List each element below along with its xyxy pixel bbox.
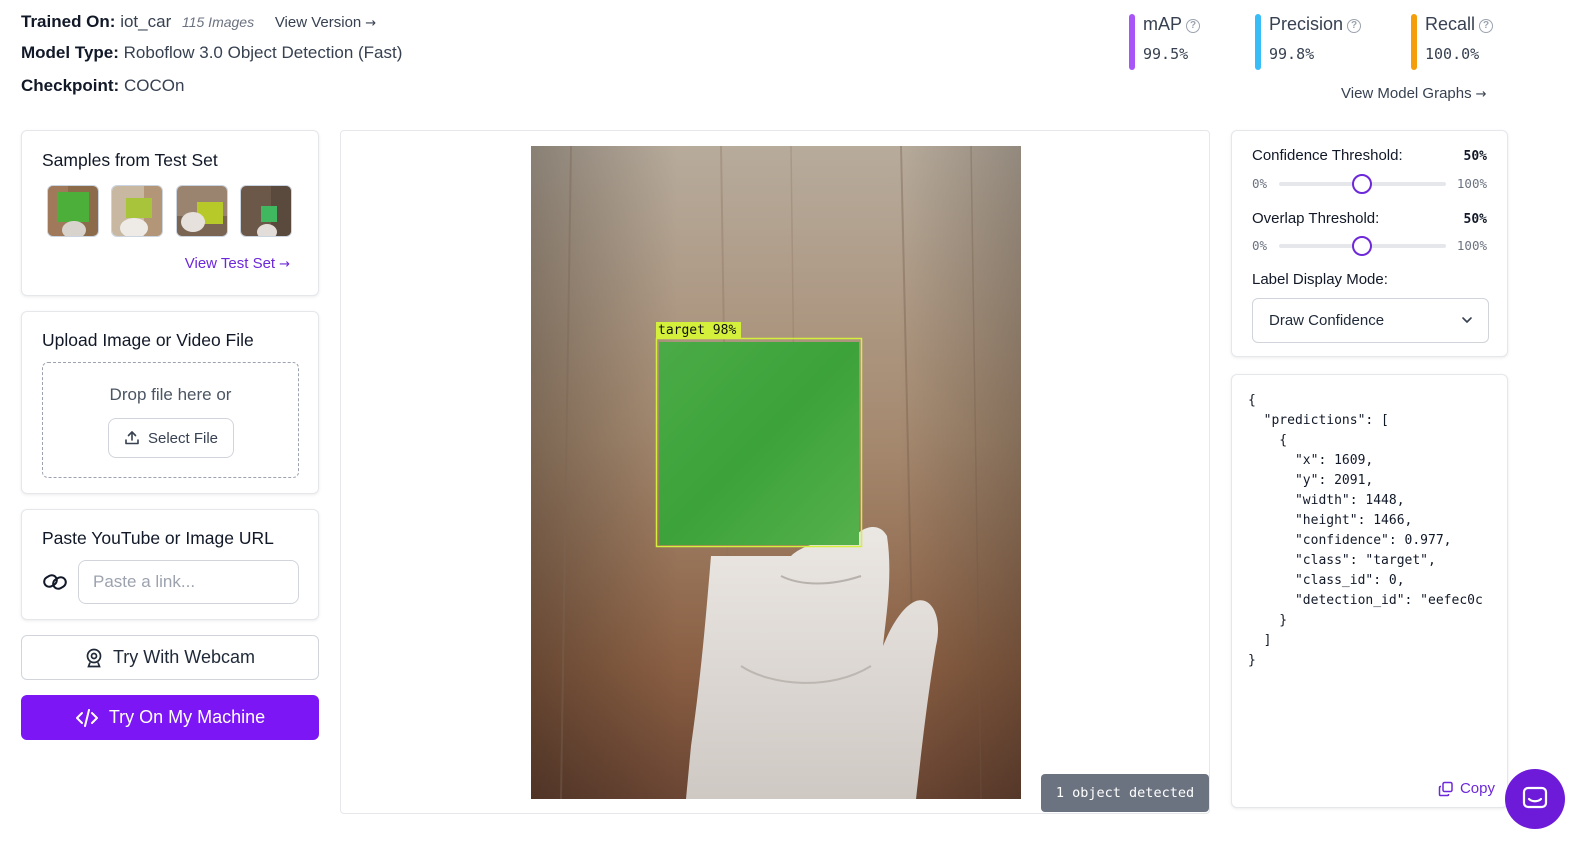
samples-card: Samples from Test Set View Test Set → bbox=[21, 130, 319, 296]
view-test-set-label: View Test Set bbox=[184, 255, 276, 272]
chevron-down-icon bbox=[1462, 317, 1472, 323]
chat-support-button[interactable] bbox=[1505, 769, 1565, 829]
url-input[interactable] bbox=[78, 560, 299, 604]
arrow-right-icon: → bbox=[279, 257, 290, 272]
overlap-value: 50% bbox=[1463, 212, 1487, 227]
code-icon bbox=[75, 708, 98, 727]
copy-icon bbox=[1438, 781, 1453, 796]
trained-on-line: Trained On: iot_car 115 Images View Vers… bbox=[21, 12, 376, 32]
link-icon bbox=[43, 574, 67, 590]
upload-title: Upload Image or Video File bbox=[42, 330, 254, 350]
copy-label: Copy bbox=[1459, 780, 1495, 797]
json-output-panel: { "predictions": [ { "x": 1609, "y": 209… bbox=[1231, 374, 1508, 808]
confidence-label: Confidence Threshold: bbox=[1252, 147, 1403, 164]
copy-button[interactable]: Copy bbox=[1433, 780, 1495, 797]
confidence-slider-handle[interactable] bbox=[1352, 174, 1372, 194]
view-version-label: View Version bbox=[274, 14, 362, 31]
range-min: 0% bbox=[1252, 176, 1268, 191]
drop-text: Drop file here or bbox=[109, 385, 232, 404]
json-line: "y": 2091, bbox=[1248, 473, 1374, 488]
label-mode-value: Draw Confidence bbox=[1269, 312, 1385, 329]
try-webcam-label: Try With Webcam bbox=[112, 647, 255, 667]
help-icon[interactable]: ? bbox=[1347, 19, 1362, 33]
metric-bar bbox=[1255, 14, 1261, 70]
metric-value: 99.8% bbox=[1269, 45, 1315, 63]
chat-icon bbox=[1522, 786, 1548, 809]
view-model-graphs-label: View Model Graphs bbox=[1341, 85, 1472, 102]
sample-thumbnail[interactable] bbox=[47, 185, 99, 237]
metric-label: Recall bbox=[1425, 14, 1476, 34]
json-line: { bbox=[1248, 393, 1256, 408]
json-line: } bbox=[1248, 653, 1256, 668]
view-version-link[interactable]: View Version → bbox=[275, 14, 376, 31]
images-count: 115 Images bbox=[181, 14, 255, 30]
view-model-graphs-link[interactable]: View Model Graphs → bbox=[1341, 85, 1487, 102]
controls-card: Confidence Threshold: 50% 0% 100% Overla… bbox=[1231, 130, 1508, 357]
json-line: "height": 1466, bbox=[1248, 513, 1413, 528]
samples-title: Samples from Test Set bbox=[42, 150, 218, 170]
try-on-machine-button[interactable]: Try On My Machine bbox=[21, 695, 319, 740]
range-max: 100% bbox=[1456, 238, 1487, 253]
metric-label: Precision bbox=[1269, 14, 1344, 34]
metric-value: 100.0% bbox=[1425, 45, 1480, 63]
confidence-value: 50% bbox=[1463, 149, 1487, 164]
json-line: "predictions": [ bbox=[1248, 413, 1389, 428]
json-line: ] bbox=[1248, 633, 1272, 648]
metric-recall: Recall? 100.0% bbox=[1411, 14, 1494, 70]
metric-bar bbox=[1129, 14, 1135, 70]
overlap-slider-handle[interactable] bbox=[1352, 236, 1372, 256]
model-type-line: Model Type: Roboflow 3.0 Object Detectio… bbox=[21, 43, 402, 63]
json-output: { "predictions": [ { "x": 1609, "y": 209… bbox=[1248, 391, 1483, 671]
arrow-right-icon: → bbox=[1475, 87, 1487, 102]
metric-bar bbox=[1411, 14, 1417, 70]
try-on-machine-label: Try On My Machine bbox=[108, 707, 266, 727]
metric-label: mAP bbox=[1143, 14, 1183, 34]
overlap-label: Overlap Threshold: bbox=[1252, 210, 1380, 227]
url-card: Paste YouTube or Image URL bbox=[21, 509, 319, 620]
checkpoint-label: Checkpoint: bbox=[21, 76, 120, 95]
select-file-button[interactable]: Select File bbox=[108, 418, 234, 458]
inference-viewer: target 98% bbox=[340, 130, 1210, 814]
help-icon[interactable]: ? bbox=[1479, 19, 1494, 33]
range-min: 0% bbox=[1252, 238, 1268, 253]
file-dropzone[interactable]: Drop file here or Select File bbox=[42, 362, 299, 478]
metric-value: 99.5% bbox=[1143, 45, 1189, 63]
metric-map: mAP? 99.5% bbox=[1129, 14, 1201, 70]
help-icon[interactable]: ? bbox=[1186, 19, 1201, 33]
trained-on-value: iot_car bbox=[120, 12, 172, 31]
label-mode-label: Label Display Mode: bbox=[1252, 271, 1388, 288]
view-test-set-link[interactable]: View Test Set → bbox=[185, 255, 290, 272]
json-line: "detection_id": "eefec0c bbox=[1248, 593, 1483, 608]
json-line: "class_id": 0, bbox=[1248, 573, 1405, 588]
webcam-icon bbox=[86, 648, 102, 667]
model-type-label: Model Type: bbox=[21, 43, 119, 62]
select-file-label: Select File bbox=[147, 429, 219, 447]
json-line: "x": 1609, bbox=[1248, 453, 1374, 468]
metric-precision: Precision? 99.8% bbox=[1255, 14, 1362, 70]
checkpoint-line: Checkpoint: COCOn bbox=[21, 76, 184, 96]
upload-card: Upload Image or Video File Drop file her… bbox=[21, 311, 319, 494]
json-line: "class": "target", bbox=[1248, 553, 1436, 568]
label-mode-select[interactable]: Draw Confidence bbox=[1252, 298, 1489, 343]
upload-icon bbox=[125, 431, 139, 445]
json-line: "confidence": 0.977, bbox=[1248, 533, 1452, 548]
model-type-value: Roboflow 3.0 Object Detection (Fast) bbox=[123, 43, 403, 62]
detection-count-badge: 1 object detected bbox=[1041, 774, 1209, 812]
range-max: 100% bbox=[1456, 176, 1487, 191]
sample-thumbnail[interactable] bbox=[240, 185, 292, 237]
json-line: "width": 1448, bbox=[1248, 493, 1405, 508]
sample-thumbnail[interactable] bbox=[111, 185, 163, 237]
checkpoint-value: COCOn bbox=[123, 76, 185, 95]
trained-on-label: Trained On: bbox=[21, 12, 116, 31]
url-title: Paste YouTube or Image URL bbox=[42, 528, 274, 548]
inference-image: target 98% bbox=[531, 146, 1021, 799]
try-webcam-button[interactable]: Try With Webcam bbox=[21, 635, 319, 680]
json-line: { bbox=[1248, 433, 1288, 448]
sample-thumbnail[interactable] bbox=[176, 185, 228, 237]
json-line: } bbox=[1248, 613, 1288, 628]
arrow-right-icon: → bbox=[365, 16, 377, 31]
detection-label: target 98% bbox=[658, 323, 737, 338]
